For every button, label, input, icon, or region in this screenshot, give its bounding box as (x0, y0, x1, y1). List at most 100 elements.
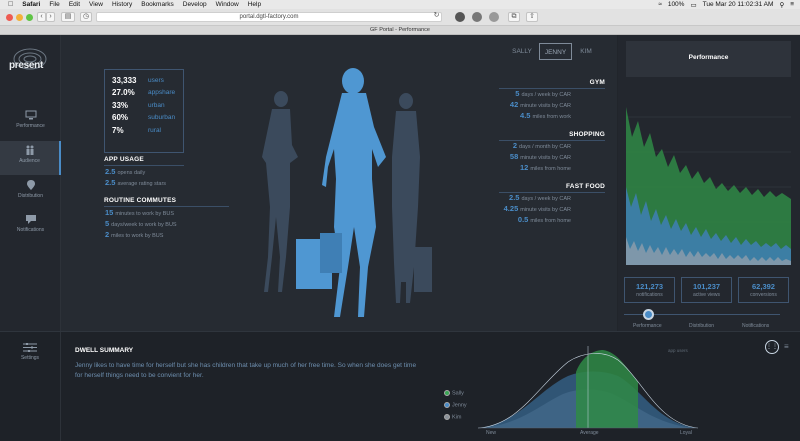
kpi-notifications[interactable]: 121,273 notifications (624, 277, 675, 303)
sidebar-item-performance[interactable]: Performance (0, 106, 61, 140)
app-usage-row: 2.5 opens daily (105, 167, 145, 176)
address-bar[interactable]: portal.dgtl-factory.com (96, 12, 442, 22)
stat-row: 33% urban (112, 99, 183, 112)
tab-title[interactable]: GF Portal - Performance (0, 26, 800, 35)
stat-row: 27.0% appshare (112, 87, 183, 100)
row-text: miles from work (532, 114, 571, 120)
legend-sally[interactable]: Sally (444, 390, 464, 396)
slider-label-performance[interactable]: Performance (633, 323, 662, 329)
menu-app-name[interactable]: Safari (22, 1, 40, 8)
back-button[interactable]: ‹ (37, 12, 46, 22)
battery-percent[interactable]: 100% (668, 1, 685, 8)
stats-box: 33,333 users 27.0% appshare 33% urban 60% su… (104, 69, 184, 153)
chat-bubble-icon (25, 215, 36, 224)
performance-header: Performance (626, 41, 791, 77)
axis-label-average: Average (580, 430, 599, 436)
reload-icon[interactable]: ↻ (432, 12, 441, 22)
tabs-overview-icon[interactable]: ⧉ (508, 12, 520, 22)
sidebar-item-notifications[interactable]: Notifications (0, 210, 61, 244)
app-usage-title: APP USAGE (104, 156, 144, 163)
tab-jenny[interactable]: JENNY (539, 43, 572, 60)
menu-bookmarks[interactable]: Bookmarks (141, 1, 174, 8)
monitor-icon (25, 110, 36, 120)
menu-window[interactable]: Window (216, 1, 239, 8)
stat-label: urban (148, 101, 165, 109)
legend-kim[interactable]: Kim (444, 414, 461, 420)
row-value: 0.5 (517, 215, 529, 224)
row-text: days/week to work by BUS (111, 222, 177, 228)
persona-silhouettes (262, 68, 432, 317)
sidebar-item-label: Distribution (17, 193, 43, 199)
axis-label-loyal: Loyal (680, 430, 692, 436)
sliders-icon (23, 343, 37, 352)
list-view-icon[interactable]: ≡ (784, 342, 789, 351)
stat-label: suburban (148, 114, 176, 122)
kpi-conversions[interactable]: 62,392 conversions (738, 277, 789, 303)
logo: present (6, 43, 54, 79)
browser-toolbar: ‹ › ▤ ◷ portal.dgtl-factory.com ↻ ⧉ ⇧ (0, 9, 800, 26)
apple-icon[interactable]:  (8, 1, 13, 8)
kpi-label: active views (693, 292, 720, 298)
fast-food-row: 2.5 days / week by CAR (509, 193, 571, 202)
menu-history[interactable]: History (112, 1, 132, 8)
menu-clock[interactable]: Tue Mar 20 11:02:31 AM (703, 1, 774, 8)
legend-label: Sally (452, 390, 464, 397)
sidebar-item-label: Notifications (16, 227, 45, 233)
stat-row: 60% suburban (112, 112, 183, 125)
kpi-active-views[interactable]: 101,237 active views (681, 277, 732, 303)
row-value: 4.5 (520, 111, 531, 120)
close-window-button[interactable] (6, 14, 13, 21)
zoom-window-button[interactable] (26, 14, 33, 21)
menu-file[interactable]: File (49, 1, 59, 8)
legend-jenny[interactable]: Jenny (444, 402, 467, 408)
stat-row: 7% rural (112, 124, 183, 137)
fast-food-row: 4.25 minute visits by CAR (504, 204, 571, 213)
menu-help[interactable]: Help (248, 1, 261, 8)
axis-label-new: New (486, 430, 497, 436)
wifi-icon[interactable]: ≈ (658, 1, 662, 8)
top-sites-icon[interactable]: ◷ (80, 12, 92, 22)
slider-handle[interactable] (643, 309, 654, 320)
fast-food-title: FAST FOOD (566, 183, 605, 190)
menu-edit[interactable]: Edit (69, 1, 80, 8)
sidebar-toggle-icon[interactable]: ▤ (61, 12, 75, 22)
settings-label: Settings (20, 355, 40, 361)
row-value: 2.5 (105, 178, 116, 187)
sally-dot-icon (444, 390, 450, 396)
divider (104, 165, 184, 166)
slider-label-distribution[interactable]: Distribution (689, 323, 714, 329)
stat-value: 27.0% (112, 88, 135, 98)
share-icon[interactable]: ⇧ (526, 12, 538, 22)
sidebar: present Performance Audience Distributio… (0, 35, 61, 331)
minimize-window-button[interactable] (16, 14, 23, 21)
gym-row: 42 minute visits by CAR (510, 100, 571, 109)
menu-list-icon[interactable]: ≡ (790, 1, 794, 8)
row-value: 42 (509, 100, 519, 109)
slider-label-notifications[interactable]: Notifications (742, 323, 769, 329)
menu-bar:  Safari File Edit View History Bookmark… (0, 0, 800, 9)
row-text: miles from home (530, 166, 571, 172)
tab-sally[interactable]: SALLY (510, 43, 534, 60)
extension-3-icon[interactable] (489, 12, 499, 22)
extension-1-icon[interactable] (455, 12, 465, 22)
commute-row: 15 minutes to work by BUS (105, 208, 174, 217)
sidebar-item-distribution[interactable]: Distribution (0, 176, 61, 210)
location-pin-icon (26, 180, 35, 190)
menu-develop[interactable]: Develop (183, 1, 207, 8)
stat-value: 7% (112, 125, 124, 135)
search-icon[interactable]: ⚲ (779, 1, 784, 9)
tab-kim[interactable]: KIM (576, 43, 596, 60)
shopping-row: 12 miles from home (520, 163, 571, 172)
people-icon (26, 145, 33, 155)
battery-icon[interactable]: ▭ (690, 1, 696, 9)
sidebar-item-audience[interactable]: Audience (0, 141, 61, 175)
settings-button[interactable]: Settings (0, 332, 61, 441)
row-text: minutes to work by BUS (115, 211, 175, 217)
gym-title: GYM (589, 79, 605, 86)
menu-view[interactable]: View (89, 1, 103, 8)
forward-button[interactable]: › (46, 12, 55, 22)
row-text: minute visits by CAR (520, 207, 571, 213)
chart-toggle-icon[interactable]: ⋮⋮ (765, 340, 779, 354)
performance-area-chart (626, 107, 791, 265)
extension-2-icon[interactable] (472, 12, 482, 22)
